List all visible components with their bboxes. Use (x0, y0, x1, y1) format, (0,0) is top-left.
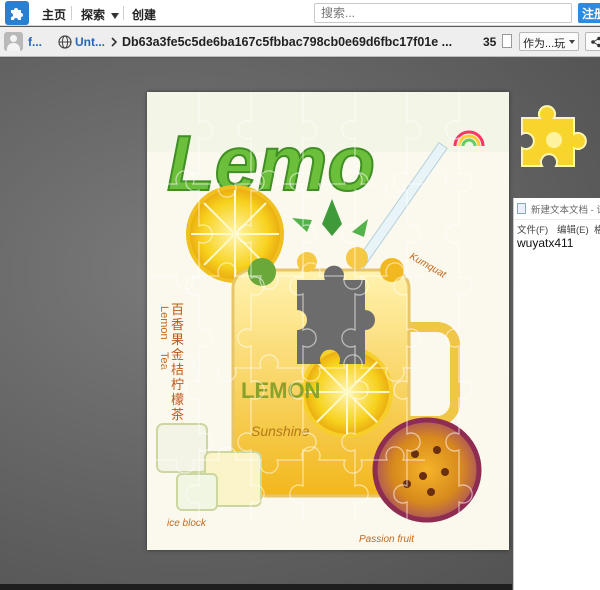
nav-home-link[interactable]: 主页 (42, 6, 66, 23)
svg-text:桔: 桔 (171, 362, 184, 377)
menu-file[interactable]: 文件(F) (517, 222, 548, 236)
stage-bottom-edge (0, 584, 512, 590)
puzzle-image: Lemo LEMON Sunshine Lemon Tea 百 香 果 金 桔 … (147, 92, 509, 550)
nav-divider (123, 6, 124, 20)
ice-cube (176, 473, 218, 511)
chevron-right-icon (111, 37, 117, 47)
project-header: f... Unt... Db63a3fe5c5de6ba167c5fbbac79… (0, 27, 600, 57)
share-icon (591, 36, 600, 48)
project-title: Db63a3fe5c5de6ba167c5fbbac798cb0e69d6fbc… (122, 35, 453, 49)
piece-count: 35 (483, 35, 497, 49)
nav-divider (71, 6, 72, 20)
share-button[interactable] (585, 32, 600, 51)
nav-explore-link[interactable]: 探索 (81, 6, 120, 23)
jar-subtitle: Sunshine (251, 423, 310, 439)
side-text-english: Lemon Tea (158, 306, 170, 371)
passion-fruit (372, 417, 482, 523)
loose-puzzle-piece[interactable] (512, 96, 592, 176)
svg-text:果: 果 (171, 332, 184, 347)
svg-text:百: 百 (171, 302, 184, 317)
play-as-dropdown[interactable]: 作为...玩 (519, 32, 579, 51)
signup-button[interactable]: 注册 (578, 3, 600, 23)
empty-piece-slot (297, 265, 375, 364)
notepad-menubar: 文件(F) 编辑(E) 格 (514, 219, 600, 236)
chevron-down-icon (111, 12, 120, 19)
label-passion-fruit: Passion fruit (359, 534, 415, 545)
menu-format[interactable]: 格 (594, 222, 600, 236)
svg-text:檬: 檬 (171, 392, 184, 407)
play-as-label: 作为...玩 (523, 38, 566, 50)
nav-create-link[interactable]: 创建 (132, 6, 156, 23)
globe-icon (58, 35, 72, 49)
poster-headline: Lemo (167, 119, 375, 207)
puzzle-piece-icon[interactable] (5, 1, 29, 25)
fullscreen-toggle[interactable] (502, 34, 512, 48)
avatar[interactable] (4, 32, 23, 51)
notepad-content[interactable]: wuyatx411 (517, 236, 573, 250)
nav-explore-label: 探索 (81, 8, 106, 22)
top-nav: 主页 探索 创建 注册 (0, 0, 600, 26)
notepad-icon (517, 203, 526, 214)
side-text-chinese: 百 香 果 金 桔 柠 檬 茶 (171, 302, 184, 422)
search-input[interactable] (314, 3, 572, 23)
svg-text:茶: 茶 (171, 407, 184, 422)
notepad-title: 新建文本文档 - 记事本 (531, 205, 600, 216)
label-ice-block: ice block (167, 518, 207, 529)
author-link[interactable]: f... (28, 35, 42, 49)
notepad-window[interactable]: 新建文本文档 - 记事本 文件(F) 编辑(E) 格 wuyatx411 (513, 198, 600, 590)
menu-edit[interactable]: 编辑(E) (557, 222, 589, 236)
svg-text:Lemon: Lemon (158, 306, 170, 340)
svg-text:香: 香 (171, 317, 184, 332)
chevron-down-icon (569, 40, 575, 44)
puzzle-board[interactable]: Lemo LEMON Sunshine Lemon Tea 百 香 果 金 桔 … (147, 92, 509, 550)
studio-link[interactable]: Unt... (75, 35, 105, 49)
svg-text:柠: 柠 (171, 377, 184, 392)
